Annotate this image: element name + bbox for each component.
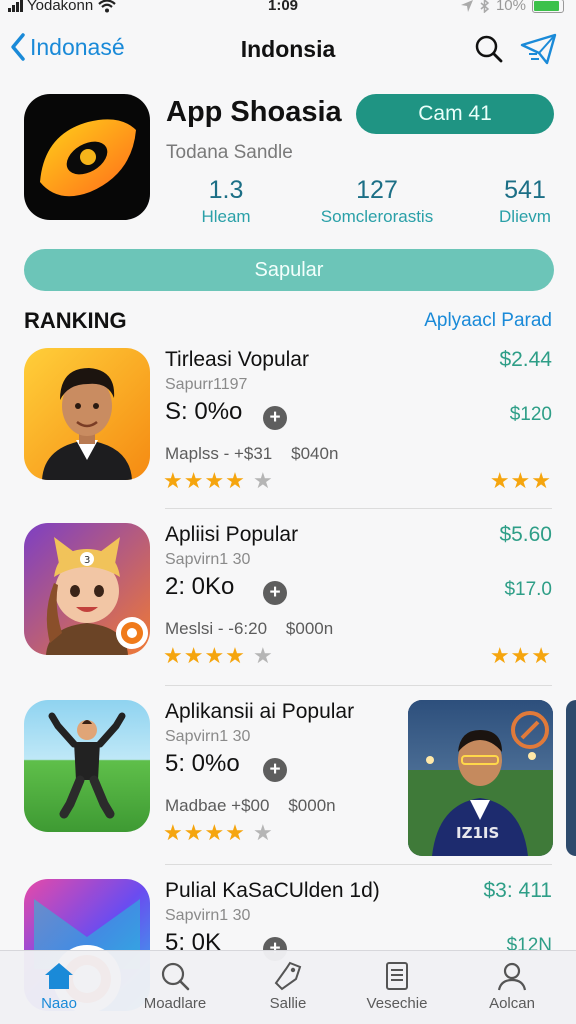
stat-downloads: 541 Dlievm — [490, 176, 560, 227]
signal-icon — [8, 0, 23, 12]
person-icon — [497, 962, 527, 991]
navigation-bar: Indonasé Indonsia — [0, 28, 576, 72]
tab-label: Aolcan — [489, 995, 535, 1012]
item-price: $2.44 — [499, 348, 552, 371]
divider — [165, 508, 552, 509]
promo-card[interactable]: IZ1IS — [408, 700, 553, 856]
tab-label: Vesechie — [366, 995, 428, 1012]
search-icon[interactable] — [474, 34, 504, 64]
item-meta: Maplss - +$31 $040n — [165, 444, 339, 463]
carrier-name: Yodakonn — [27, 0, 94, 14]
item-subtitle: Sapurr1197 — [165, 376, 248, 393]
stat-value: 1.3 — [208, 176, 244, 204]
star-rating: ★★★★ ★ — [163, 820, 274, 845]
add-button[interactable]: + — [263, 758, 287, 782]
divider — [165, 685, 552, 686]
item-price: $3: 411 — [483, 879, 552, 902]
tab-label: Moadlare — [143, 995, 207, 1012]
divider — [165, 864, 552, 865]
tab-home[interactable]: Naao — [4, 961, 114, 1012]
item-percent: S: 0%o — [165, 398, 243, 425]
item-secondary-price: $120 — [509, 404, 552, 425]
app-icon[interactable] — [24, 94, 150, 220]
document-icon — [386, 962, 408, 990]
status-left: Yodakonn — [8, 0, 117, 14]
tab-label: Sallie — [269, 995, 307, 1012]
app-thumbnail: 3 — [24, 523, 150, 655]
location-icon — [460, 0, 473, 12]
stat-value: 541 — [504, 176, 546, 204]
promo-card-next[interactable] — [566, 700, 576, 856]
item-title: Tirleasi Vopular — [165, 348, 309, 371]
tab-bar: Naao Moadlare Sallie Vesechie Aolcan — [0, 950, 576, 1024]
app-name: App Shoasia — [166, 96, 342, 128]
app-subtitle: Todana Sandle — [166, 142, 293, 163]
star-rating-secondary: ★★★ — [489, 643, 552, 668]
stat-rating: 1.3 Hleam — [196, 176, 256, 227]
item-percent: 2: 0Ko — [165, 573, 235, 600]
status-right: 10% — [460, 0, 564, 14]
star-rating-secondary: ★★★ — [489, 468, 552, 493]
app-thumbnail — [24, 700, 150, 832]
list-item[interactable]: 3 Apliisi Popular Sapvirn1 30 2: 0Ko + M… — [0, 523, 576, 703]
section-title: RANKING — [24, 308, 127, 333]
item-title: Apliisi Popular — [165, 523, 299, 546]
tab-search[interactable]: Moadlare — [120, 961, 230, 1012]
home-icon — [45, 963, 73, 989]
dancing-man-icon — [48, 712, 126, 819]
star-rating: ★★★★ ★ — [163, 643, 274, 668]
svg-text:3: 3 — [84, 555, 90, 566]
list-item[interactable]: Tirleasi Vopular Sapurr1197 S: 0%o + Map… — [0, 348, 576, 528]
wifi-icon — [98, 0, 116, 12]
soccer-player-image: IZ1IS — [408, 700, 553, 856]
section-link[interactable]: Aplyaacl Parad — [424, 310, 552, 332]
stat-label: Hleam — [201, 207, 251, 226]
stat-value: 127 — [356, 176, 398, 204]
item-title: Pulial KaSaCUlden 1d) — [165, 879, 380, 902]
star-rating: ★★★★ ★ — [163, 468, 274, 493]
send-icon[interactable] — [520, 32, 558, 66]
item-subtitle: Sapvirn1 30 — [165, 728, 251, 745]
item-meta: Meslsi - -6:20 $000n — [165, 619, 334, 638]
tag-icon — [274, 961, 302, 991]
tab-sale[interactable]: Sallie — [233, 961, 343, 1012]
tab-label: Naao — [41, 995, 77, 1012]
item-subtitle: Sapvirn1 30 — [165, 551, 251, 568]
tab-documents[interactable]: Vesechie — [342, 961, 452, 1012]
stat-label: Dlievm — [499, 207, 551, 226]
tab-account[interactable]: Aolcan — [457, 961, 567, 1012]
add-button[interactable]: + — [263, 406, 287, 430]
item-meta: Madbae +$00 $000n — [165, 796, 336, 815]
item-secondary-price: $17.0 — [504, 579, 552, 600]
bluetooth-icon — [480, 0, 490, 13]
stat-label: Somclerorastis — [320, 207, 434, 226]
item-percent: 5: 0%o — [165, 750, 240, 777]
status-bar: Yodakonn 1:09 10% — [0, 0, 576, 18]
app-thumbnail — [24, 348, 150, 480]
item-subtitle: Sapvirn1 30 — [165, 907, 251, 924]
battery-icon — [532, 0, 564, 13]
item-title: Aplikansii ai Popular — [165, 700, 355, 723]
primary-wide-button[interactable]: Sapular — [24, 249, 554, 291]
get-button[interactable]: Cam 41 — [356, 94, 554, 134]
item-price: $5.60 — [499, 523, 552, 546]
avatar-man-icon — [42, 368, 132, 480]
add-button[interactable]: + — [263, 581, 287, 605]
battery-percent: 10% — [495, 0, 526, 14]
jersey-text: IZ1IS — [456, 824, 499, 842]
status-time: 1:09 — [268, 0, 299, 14]
stat-reviews: 127 Somclerorastis — [312, 176, 442, 227]
avatar-cat-girl-icon: 3 — [46, 537, 148, 655]
app-logo-icon — [40, 119, 136, 197]
search-icon — [161, 962, 190, 991]
